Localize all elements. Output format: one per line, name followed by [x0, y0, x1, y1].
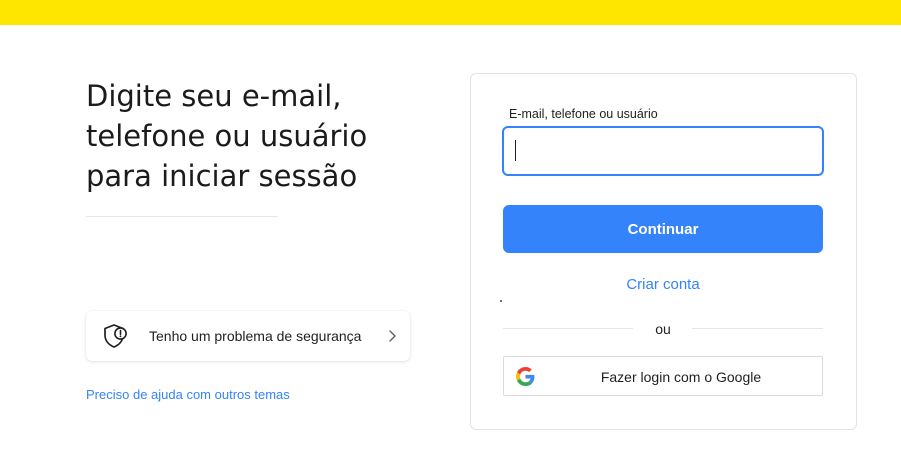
login-field-label: E-mail, telefone ou usuário	[509, 107, 658, 121]
separator-label: ou	[655, 321, 671, 337]
stray-dot	[500, 300, 502, 302]
help-other-topics-link[interactable]: Preciso de ajuda com outros temas	[86, 387, 290, 402]
separator-line-right	[692, 328, 823, 329]
title-divider	[86, 216, 278, 217]
google-login-button[interactable]: Fazer login com o Google	[503, 356, 823, 396]
separator-line-left	[503, 328, 633, 329]
shield-alert-icon	[101, 321, 131, 351]
create-account-link[interactable]: Criar conta	[503, 276, 823, 293]
continue-button[interactable]: Continuar	[503, 205, 823, 253]
google-logo-icon	[516, 367, 535, 386]
top-brand-bar	[0, 0, 901, 25]
text-cursor	[515, 140, 516, 161]
google-login-label: Fazer login com o Google	[600, 369, 762, 385]
title-line-1: Digite seu e-mail,	[86, 79, 342, 113]
security-problem-button[interactable]: Tenho um problema de segurança	[86, 311, 410, 361]
title-line-2: telefone ou usuário	[86, 119, 368, 153]
email-phone-user-input[interactable]	[502, 126, 824, 176]
page-title: Digite seu e-mail, telefone ou usuário p…	[86, 76, 416, 196]
chevron-right-icon	[385, 328, 399, 344]
title-line-3: para iniciar sessão	[86, 159, 358, 193]
security-problem-label: Tenho um problema de segurança	[149, 328, 362, 344]
